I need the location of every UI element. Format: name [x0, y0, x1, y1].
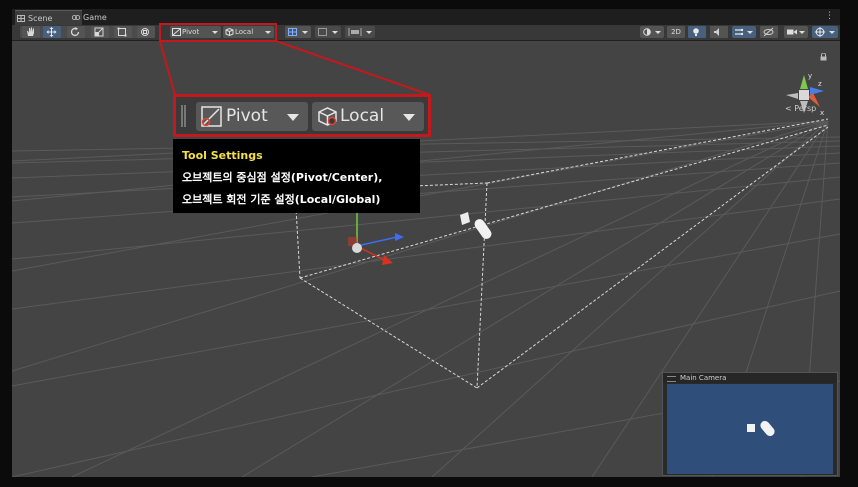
scale-tool-icon: [94, 27, 104, 37]
shading-mode-dropdown[interactable]: [640, 26, 664, 38]
gizmos-dropdown[interactable]: [812, 26, 838, 38]
chevron-down-icon: [403, 114, 415, 121]
scene-objects[interactable]: [460, 212, 493, 241]
drag-handle-icon: [667, 376, 676, 382]
window-tab-bar: Scene Game ⋮: [12, 9, 840, 26]
hand-tool-button[interactable]: [22, 26, 40, 38]
move-tool-icon: [46, 27, 57, 37]
rect-tool-icon: [117, 27, 127, 37]
chevron-down-icon: [332, 31, 338, 34]
zoom-local-label: Local: [340, 106, 385, 126]
chevron-down-icon: [366, 31, 372, 34]
rect-tool-button[interactable]: [114, 26, 132, 38]
axis-x-label: x: [820, 109, 824, 117]
scene-grid-icon: [17, 15, 25, 22]
audio-icon: [714, 28, 719, 36]
transform-tool-icon: [141, 28, 149, 36]
rotate-tool-button[interactable]: [67, 26, 85, 38]
chevron-down-icon: [655, 31, 661, 34]
tool-settings-caption: Tool Settings 오브젝트의 중심점 설정(Pivot/Center)…: [173, 139, 420, 213]
camera-icon: [787, 29, 797, 35]
tab-game[interactable]: Game: [70, 10, 133, 25]
2d-toggle[interactable]: 2D: [667, 26, 685, 38]
caption-line-2: 오브젝트 회전 기준 설정(Local/Global): [182, 193, 381, 206]
chevron-down-icon: [287, 114, 299, 121]
camera-preview-objects: [747, 420, 775, 437]
game-controller-icon: [72, 14, 80, 21]
grid-icon: [288, 28, 297, 36]
zoom-pivot-label: Pivot: [226, 106, 268, 126]
move-tool-button[interactable]: [43, 26, 61, 38]
window-menu-icon[interactable]: ⋮: [825, 11, 834, 21]
unity-scene-window: Scene Game ⋮ Pivot Local 2D y z x < Pers…: [0, 0, 858, 487]
camera-preview-title-bar: Main Camera: [663, 373, 837, 383]
zoom-pivot-dropdown[interactable]: Pivot: [196, 102, 308, 131]
tab-game-label: Game: [83, 13, 107, 22]
audio-toggle[interactable]: [710, 26, 728, 38]
zoom-local-dropdown[interactable]: Local: [312, 102, 424, 131]
lighting-toggle[interactable]: [688, 26, 706, 38]
chevron-down-icon: [302, 31, 308, 34]
tool-settings-highlight: [159, 23, 277, 42]
axis-y-label: y: [808, 72, 812, 80]
grid-snap-dropdown[interactable]: [285, 26, 311, 38]
drag-handle-icon: [181, 105, 186, 127]
tab-scene-label: Scene: [28, 14, 53, 23]
chevron-down-icon: [747, 31, 753, 34]
chevron-down-icon: [829, 31, 835, 34]
axis-z-label: z: [818, 80, 822, 88]
align-icon: [348, 28, 362, 36]
effects-icon: [735, 28, 744, 36]
local-cube-icon: [318, 107, 337, 126]
tool-settings-zoom: Pivot Local: [173, 94, 431, 137]
projection-toggle[interactable]: < Persp: [785, 104, 816, 113]
chevron-down-icon: [799, 31, 805, 34]
camera-settings-dropdown[interactable]: [784, 26, 808, 38]
gizmos-icon: [815, 27, 825, 37]
caption-line-1: 오브젝트의 중심점 설정(Pivot/Center),: [182, 171, 383, 184]
lock-icon[interactable]: [820, 53, 827, 61]
hidden-objects-icon: [763, 27, 774, 37]
camera-preview-overlay[interactable]: Main Camera: [662, 372, 838, 476]
snap-icon: [318, 28, 327, 36]
camera-preview-title: Main Camera: [680, 374, 727, 382]
increment-snap-dropdown[interactable]: [315, 26, 341, 38]
hand-tool-icon: [27, 27, 34, 36]
align-dropdown[interactable]: [345, 26, 375, 38]
scene-toolbar: Pivot Local 2D: [12, 25, 840, 41]
transform-tool-button[interactable]: [137, 26, 155, 38]
pivot-icon: [201, 106, 222, 127]
camera-preview-view: [667, 384, 833, 474]
effects-dropdown[interactable]: [732, 26, 756, 38]
caption-title: Tool Settings: [182, 149, 263, 162]
lighting-icon: [693, 28, 699, 36]
scale-tool-button[interactable]: [91, 26, 109, 38]
hidden-objects-toggle[interactable]: [760, 26, 778, 38]
rotate-tool-icon: [70, 27, 80, 37]
shading-mode-icon: [643, 28, 651, 36]
